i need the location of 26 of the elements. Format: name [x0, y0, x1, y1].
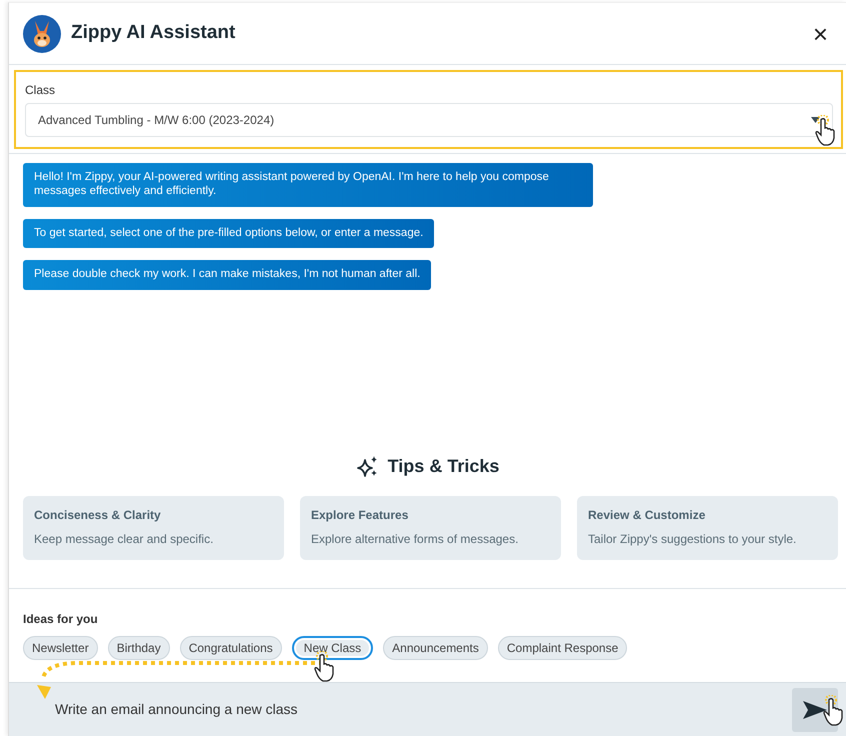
tip-text: Tailor Zippy's suggestions to your style. [588, 531, 798, 548]
chat-message: Hello! I'm Zippy, your AI-powered writing assistant powered by OpenAI. I'm here to help you compose messages effectively and efficiently. [23, 163, 593, 207]
caret-icon [811, 117, 820, 123]
tip-text: Keep message clear and specific. [34, 531, 214, 548]
idea-chip[interactable]: Complaint Response [498, 636, 628, 660]
send-icon [803, 700, 827, 719]
tip-title: Explore Features [311, 507, 410, 524]
section-title: Tips & Tricks [388, 455, 500, 478]
chat-message: Please double check my work. I can make mistakes, I'm not human after all. [23, 260, 432, 290]
idea-chip[interactable]: Congratulations [180, 636, 282, 660]
idea-chip[interactable]: New Class [292, 636, 374, 660]
bunny-logo-icon [23, 14, 61, 52]
idea-chip[interactable]: Birthday [108, 636, 170, 660]
chat-message: To get started, select one of the pre-filled options below, or enter a message. [23, 218, 434, 248]
message-composer[interactable]: Write an email announcing a new class [9, 682, 846, 736]
tip-title: Review & Customize [588, 507, 706, 524]
close-button[interactable]: × [808, 20, 832, 46]
class-select[interactable]: Advanced Tumbling - M/W 6:00 (2023-2024) [25, 103, 833, 137]
section-label: Ideas for you [23, 611, 98, 628]
field-label: Class [25, 82, 56, 99]
app-title: Zippy AI Assistant [71, 21, 236, 46]
message-field[interactable]: Write an email announcing a new class [53, 698, 792, 722]
idea-chip[interactable]: Announcements [383, 636, 488, 660]
idea-chip[interactable]: Newsletter [23, 636, 98, 660]
tip-text: Explore alternative forms of messages. [311, 531, 520, 548]
tip-title: Conciseness & Clarity [34, 507, 162, 524]
